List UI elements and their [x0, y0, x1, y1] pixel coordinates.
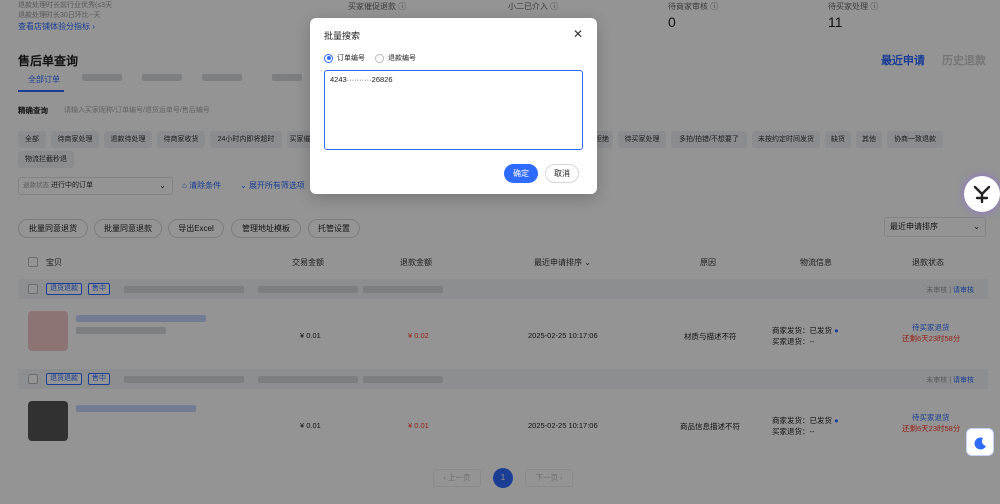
dialog-title: 批量搜索 — [324, 31, 361, 41]
cancel-button[interactable]: 取消 — [545, 164, 579, 183]
batch-search-dialog: 批量搜索 ✕ 订单编号 退款编号 4243··········26826 确定 … — [310, 18, 597, 194]
assistant-float-button[interactable] — [964, 176, 1000, 212]
radio-dot — [324, 53, 333, 63]
moon-icon — [974, 437, 986, 450]
radio-order-number[interactable]: 订单编号 — [324, 53, 365, 63]
radio-refund-number[interactable]: 退款编号 — [375, 53, 416, 63]
radio-dot — [375, 53, 384, 63]
batch-search-textarea[interactable]: 4243··········26826 — [324, 70, 583, 150]
radio-label: 订单编号 — [337, 55, 365, 62]
confirm-button[interactable]: 确定 — [504, 164, 538, 183]
close-icon[interactable]: ✕ — [573, 27, 583, 41]
radio-label: 退款编号 — [388, 55, 416, 62]
dark-mode-button[interactable] — [966, 428, 994, 456]
assistant-icon — [973, 185, 991, 204]
